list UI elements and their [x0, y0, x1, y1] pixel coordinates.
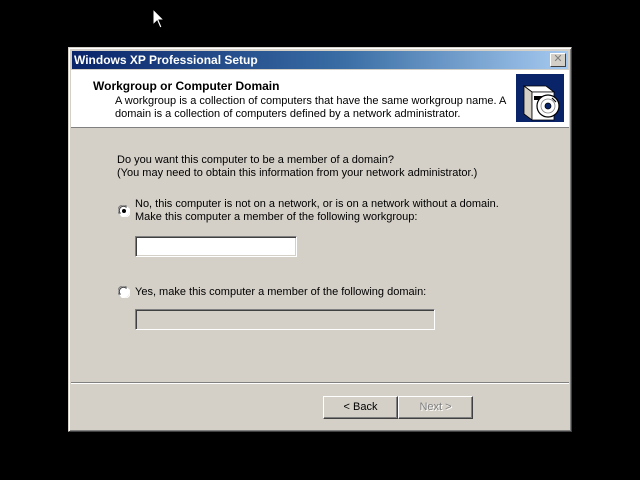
workgroup-radio[interactable] [118, 205, 130, 217]
workgroup-name-input[interactable] [136, 237, 296, 257]
question-line-1: Do you want this computer to be a member… [117, 154, 394, 166]
button-separator [71, 382, 569, 384]
setup-dialog: Windows XP Professional Setup ✕ Workgrou… [68, 47, 572, 432]
close-button[interactable]: ✕ [550, 53, 566, 67]
domain-name-field[interactable] [135, 309, 435, 330]
back-button[interactable]: < Back [323, 396, 398, 419]
domain-radio[interactable] [118, 286, 130, 298]
workgroup-option-label-2[interactable]: Make this computer a member of the follo… [135, 211, 417, 224]
page-description: A workgroup is a collection of computers… [115, 95, 506, 120]
domain-option-label[interactable]: Yes, make this computer a member of the … [135, 286, 426, 299]
workgroup-option-label-1[interactable]: No, this computer is not on a network, o… [135, 198, 499, 211]
domain-name-input[interactable] [136, 310, 434, 330]
wizard-header: Workgroup or Computer Domain A workgroup… [71, 70, 569, 128]
page-title: Workgroup or Computer Domain [93, 79, 280, 93]
question-line-2: (You may need to obtain this information… [117, 167, 478, 179]
title-bar[interactable]: Windows XP Professional Setup ✕ [72, 51, 568, 69]
mouse-pointer-icon [152, 8, 166, 29]
setup-box-cd-icon [516, 74, 564, 122]
window-title: Windows XP Professional Setup [74, 53, 258, 67]
close-icon: ✕ [553, 53, 563, 65]
next-button[interactable]: Next > [398, 396, 473, 419]
workgroup-name-field[interactable] [135, 236, 297, 257]
